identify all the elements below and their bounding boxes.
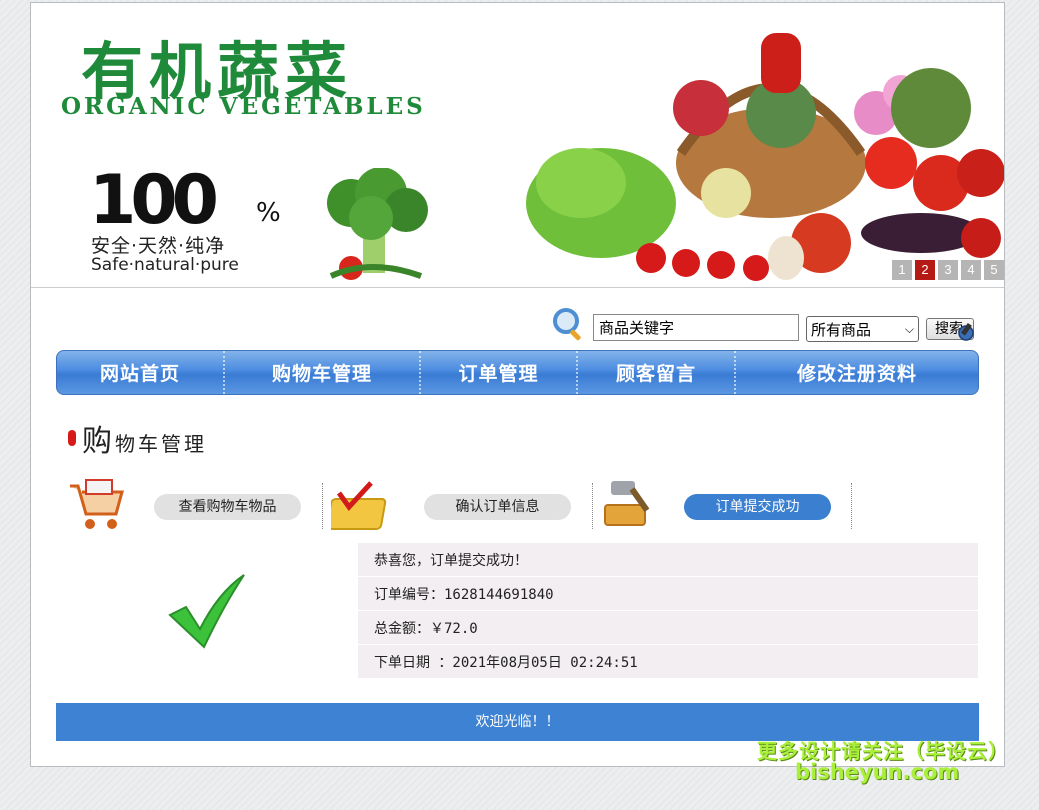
category-select-value: 所有商品 xyxy=(811,320,872,339)
hammer-tools-icon xyxy=(604,481,650,526)
banner-slide-pager: 1 2 3 4 5 xyxy=(892,260,1004,280)
calculator-icon xyxy=(331,481,387,530)
chevron-down-icon: ⌵ xyxy=(904,321,914,336)
heading-bullet-icon xyxy=(68,430,76,446)
order-number: 订单编号：1628144691840 xyxy=(358,577,978,610)
slide-dot-4[interactable]: 4 xyxy=(961,260,981,280)
step-divider xyxy=(592,483,593,529)
badge-slogan-cn: 安全·天然·纯净 xyxy=(91,235,226,257)
slide-dot-3[interactable]: 3 xyxy=(938,260,958,280)
nav-item-guestbook[interactable]: 顾客留言 xyxy=(578,351,736,394)
order-total: 总金额：￥72.0 xyxy=(358,611,978,644)
page-title-rest: 物车管理 xyxy=(115,432,207,456)
main-nav: 网站首页 购物车管理 订单管理 顾客留言 修改注册资料 xyxy=(56,350,979,395)
watermark-line-2: bisheyun.com xyxy=(795,760,960,784)
step-divider xyxy=(851,483,852,529)
nav-item-profile[interactable]: 修改注册资料 xyxy=(736,351,978,394)
page-container: 有机蔬菜 ORGANIC VEGETABLES 100 % 安全·天然·纯净 S… xyxy=(30,2,1005,767)
broccoli-image xyxy=(327,168,428,280)
vegetable-basket-image xyxy=(526,33,1004,281)
step-divider xyxy=(322,483,323,529)
banner-subtitle: ORGANIC VEGETABLES xyxy=(61,93,426,120)
banner: 有机蔬菜 ORGANIC VEGETABLES 100 % 安全·天然·纯净 S… xyxy=(31,3,1004,288)
step-confirm-order: 确认订单信息 xyxy=(424,494,571,520)
magnifier-icon xyxy=(553,308,581,341)
slide-dot-5[interactable]: 5 xyxy=(984,260,1004,280)
search-button-icon xyxy=(958,322,974,341)
category-select[interactable]: 所有商品 ⌵ xyxy=(806,316,919,342)
badge-slogan-en: Safe·natural·pure xyxy=(91,255,239,275)
page-title: 购物车管理 xyxy=(68,416,207,460)
step-order-success: 订单提交成功 xyxy=(684,494,831,520)
badge-number: 100 xyxy=(89,161,219,240)
success-message: 恭喜您，订单提交成功！ xyxy=(358,543,978,576)
slide-dot-1[interactable]: 1 xyxy=(892,260,912,280)
shopping-cart-icon xyxy=(70,479,124,529)
order-result-table: 恭喜您，订单提交成功！ 订单编号：1628144691840 总金额：￥72.0… xyxy=(358,543,978,679)
nav-item-orders[interactable]: 订单管理 xyxy=(421,351,578,394)
slide-dot-2[interactable]: 2 xyxy=(915,260,935,280)
nav-item-cart[interactable]: 购物车管理 xyxy=(225,351,421,394)
success-check-icon xyxy=(168,574,245,649)
nav-item-home[interactable]: 网站首页 xyxy=(57,351,225,394)
badge-percent: % xyxy=(256,198,281,228)
order-date: 下单日期 ：2021年08月05日 02:24:51 xyxy=(358,645,978,678)
step-view-cart: 查看购物车物品 xyxy=(154,494,301,520)
search-input[interactable]: 商品关键字 xyxy=(593,314,799,341)
page-title-text: 购物车管理 xyxy=(82,416,207,460)
page-title-first: 购 xyxy=(82,424,115,459)
